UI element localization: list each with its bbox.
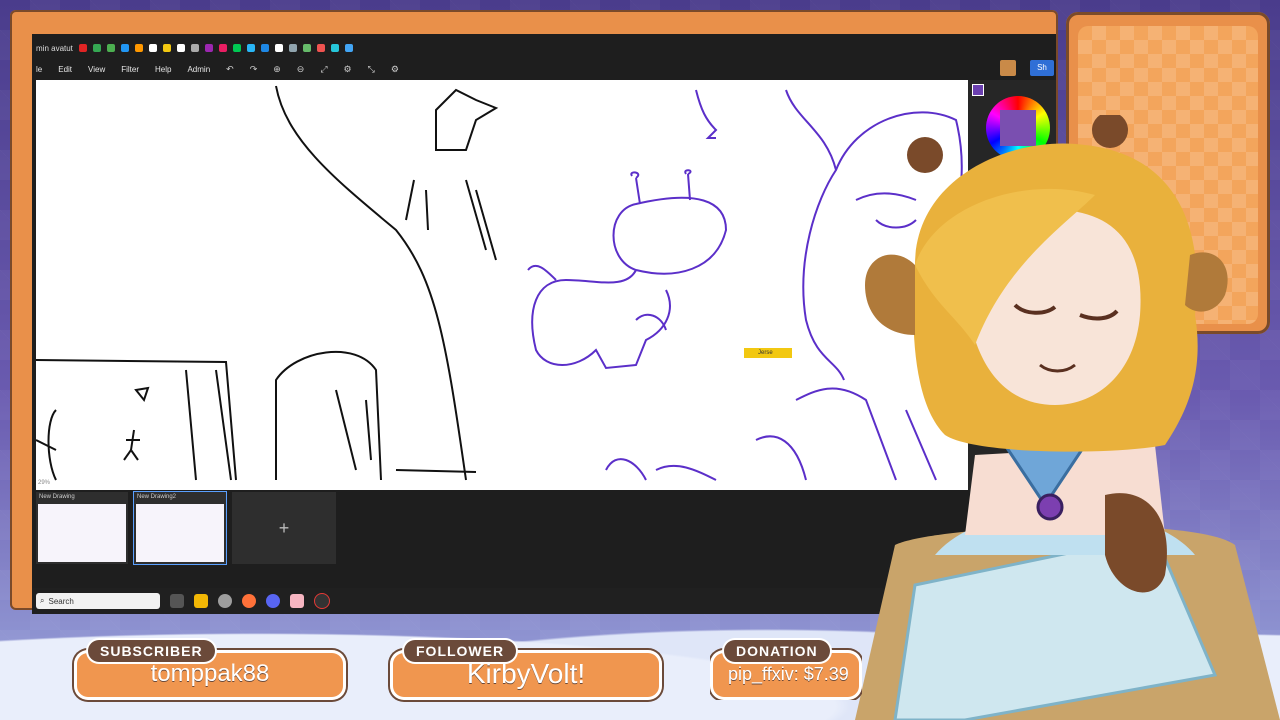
zoom-in-icon[interactable]: ⊕: [273, 64, 281, 75]
bookmark-favicon-icon[interactable]: [302, 44, 311, 52]
subscriber-alert-value: tomppak88: [150, 660, 270, 687]
donation-alert: DONATION pip_ffxiv: $7.39: [710, 634, 862, 700]
fit-icon[interactable]: ⤢: [320, 64, 327, 75]
follower-alert-value: KirbyVolt!: [466, 658, 586, 689]
menu-edit[interactable]: Edit: [58, 65, 72, 74]
bookmark-favicon-icon[interactable]: [148, 44, 157, 52]
bookmark-favicon-icon[interactable]: [106, 44, 115, 52]
drawing-tab-2[interactable]: New Drawing2: [133, 491, 227, 565]
bookmark-favicon-icon[interactable]: [260, 44, 269, 52]
drawing-canvas[interactable]: Jerse 29%: [36, 80, 968, 490]
follower-alert-title: FOLLOWER: [404, 640, 517, 662]
undo-icon[interactable]: ↶: [226, 64, 234, 75]
task-view-icon[interactable]: [170, 594, 184, 608]
discord-icon[interactable]: [266, 594, 280, 608]
menu-help[interactable]: Help: [155, 65, 171, 74]
menu-filter[interactable]: Filter: [121, 65, 139, 74]
bookmark-favicon-icon[interactable]: [344, 44, 353, 52]
collaborator-cursor-tag: Jerse: [744, 348, 792, 358]
bookmark-favicon-icon[interactable]: [330, 44, 339, 52]
chrome-icon[interactable]: [218, 594, 232, 608]
bookmark-favicon-icon[interactable]: [120, 44, 129, 52]
bookmark-favicon-icon[interactable]: [204, 44, 213, 52]
drawing-tab-label: New Drawing: [39, 494, 75, 500]
bookmark-favicon-icon[interactable]: [162, 44, 171, 52]
menu-bar: le Edit View Filter Help Admin ↶ ↷ ⊕ ⊖ ⤢…: [32, 60, 1056, 78]
bookmarks-bar: min avatut: [32, 40, 1056, 56]
bookmark-favicon-icon[interactable]: [246, 44, 255, 52]
donation-alert-value: pip_ffxiv: $7.39: [728, 664, 849, 684]
bookmark-favicon-icon[interactable]: [274, 44, 283, 52]
canvas-sketch: [36, 85, 963, 481]
bookmark-favicon-icon[interactable]: [190, 44, 199, 52]
bookmark-label[interactable]: min avatut: [36, 44, 73, 53]
bookmark-favicon-icon[interactable]: [218, 44, 227, 52]
drawing-tab-1[interactable]: New Drawing: [36, 492, 128, 564]
search-icon: ⌕: [40, 596, 45, 605]
donation-alert-title: DONATION: [724, 640, 830, 662]
bookmark-favicon-icon[interactable]: [316, 44, 325, 52]
menu-view[interactable]: View: [88, 65, 105, 74]
search-placeholder: Search: [48, 596, 74, 606]
bookmark-favicon-icon[interactable]: [78, 44, 87, 52]
share-button[interactable]: Sh: [1030, 60, 1054, 76]
taskbar-search[interactable]: ⌕ Search: [36, 593, 160, 609]
fullscreen-icon[interactable]: ⤡: [368, 64, 375, 75]
file-explorer-icon[interactable]: [194, 594, 208, 608]
redo-icon[interactable]: ↷: [250, 64, 258, 75]
zoom-level: 29%: [38, 480, 51, 486]
app-icon[interactable]: [290, 594, 304, 608]
menu-file[interactable]: le: [36, 65, 42, 74]
bookmark-favicon-icon[interactable]: [288, 44, 297, 52]
drawing-thumbnail: [38, 504, 126, 562]
user-avatar[interactable]: [1000, 60, 1016, 76]
menu-admin[interactable]: Admin: [187, 65, 210, 74]
current-color-swatch[interactable]: [972, 84, 984, 96]
bookmark-favicon-icon[interactable]: [92, 44, 101, 52]
vtuber-avatar: [855, 115, 1280, 720]
bookmark-favicon-icon[interactable]: [176, 44, 185, 52]
subscriber-alert: SUBSCRIBER tomppak88: [74, 634, 346, 700]
follower-alert: FOLLOWER KirbyVolt!: [390, 634, 662, 700]
settings-icon[interactable]: ⚙: [344, 64, 352, 75]
bookmark-favicon-icon[interactable]: [134, 44, 143, 52]
bookmark-favicon-icon[interactable]: [232, 44, 241, 52]
drawing-thumbnail: [136, 504, 224, 562]
subscriber-alert-title: SUBSCRIBER: [88, 640, 215, 662]
firefox-icon[interactable]: [242, 594, 256, 608]
gear-icon[interactable]: ⚙: [391, 64, 399, 75]
bookmark-favicons: [78, 44, 353, 52]
add-drawing-button[interactable]: +: [232, 492, 336, 564]
zoom-out-icon[interactable]: ⊖: [297, 64, 305, 75]
obs-icon[interactable]: [314, 593, 330, 609]
drawing-tab-label: New Drawing2: [137, 494, 177, 500]
